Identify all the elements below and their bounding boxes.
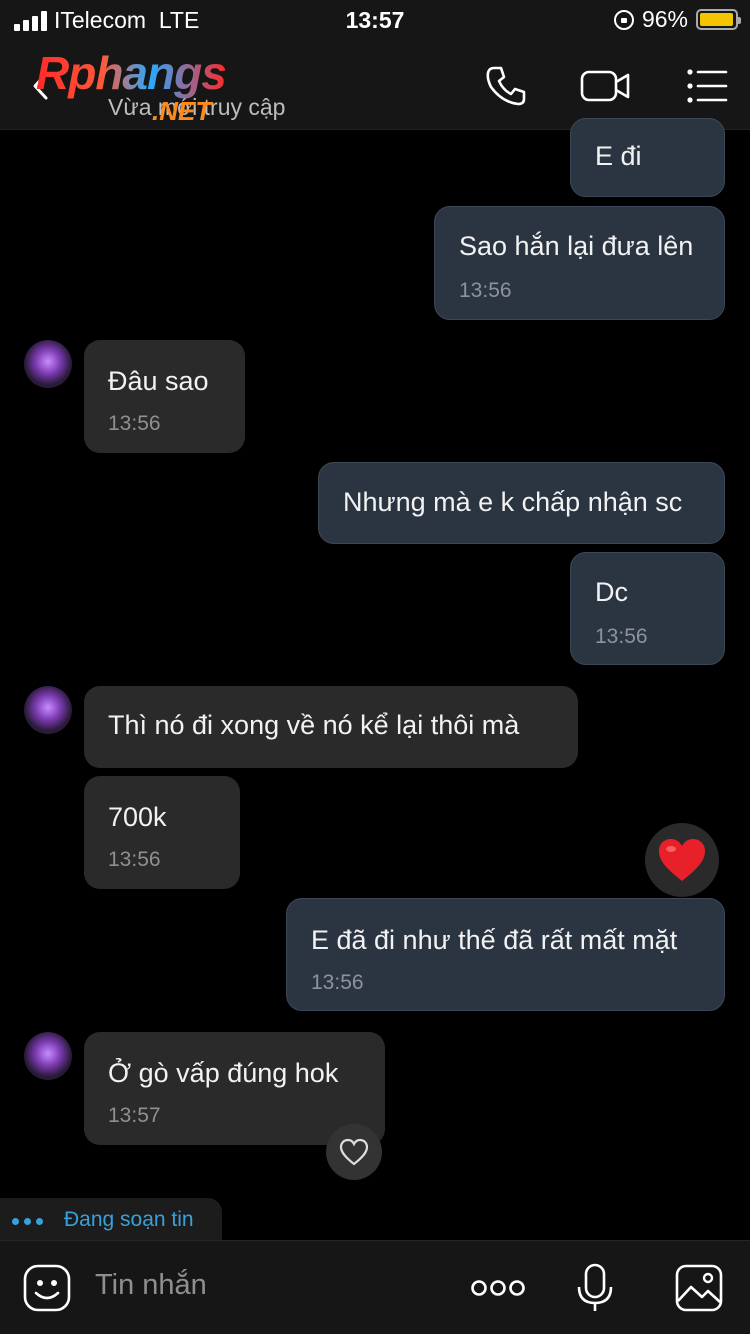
menu-icon[interactable] [684,62,732,110]
message-text: Đâu sao [108,366,209,396]
chat-header: Vừa mới truy cập Rphangs .NET [0,42,750,130]
message-text: Ở gò vấp đúng hok [108,1058,339,1088]
phone-icon[interactable] [482,62,530,110]
image-icon[interactable] [674,1263,724,1313]
contact-avatar[interactable] [24,340,72,388]
message-bubble-incoming[interactable]: Thì nó đi xong về nó kể lại thôi mà [84,686,578,768]
message-time: 13:56 [459,279,512,302]
heart-outline-icon [339,1138,369,1166]
message-text: Nhưng mà e k chấp nhận sc [343,487,683,517]
react-button[interactable] [326,1124,382,1180]
status-right: 96% [613,6,741,33]
message-text: E đã đi như thế đã rất mất mặt [311,925,678,955]
battery-percent: 96% [641,6,688,32]
message-text: Sao hắn lại đưa lên [459,231,694,261]
message-text: Dc [595,577,628,607]
message-text: Thì nó đi xong về nó kể lại thôi mà [108,710,520,740]
contact-avatar[interactable] [24,1032,72,1080]
reaction-badge[interactable] [645,823,719,897]
status-bar: ITelecom LTE 13:57 96% [0,0,750,42]
message-time: 13:56 [595,625,648,648]
sticker-icon[interactable] [22,1263,72,1313]
message-input-bar: Tin nhắn [0,1240,750,1334]
typing-text: Đang soạn tin [64,1208,194,1231]
message-text: E đi [595,141,642,171]
battery-fill [700,13,733,26]
message-bubble-outgoing[interactable]: Dc 13:56 [570,552,725,665]
red-heart-icon [659,839,705,881]
battery-icon [696,9,741,30]
microphone-icon[interactable] [570,1263,620,1313]
message-time: 13:57 [108,1104,161,1127]
message-bubble-outgoing[interactable]: E đã đi như thế đã rất mất mặt 13:56 [286,898,725,1011]
watermark-logo: Rphangs .NET [36,46,276,126]
contact-avatar[interactable] [24,686,72,734]
message-time: 13:56 [311,971,364,994]
message-bubble-outgoing[interactable]: Nhưng mà e k chấp nhận sc [318,462,725,544]
typing-dots-icon [12,1218,43,1225]
message-input[interactable]: Tin nhắn [95,1269,207,1302]
message-text: 700k [108,802,167,832]
more-icon[interactable] [470,1263,526,1313]
message-bubble-incoming[interactable]: Đâu sao 13:56 [84,340,245,453]
video-camera-icon[interactable] [580,62,632,110]
logo-main-text: Rphangs [36,47,227,99]
message-time: 13:56 [108,412,161,435]
message-bubble-outgoing[interactable]: Sao hắn lại đưa lên 13:56 [434,206,725,320]
typing-indicator: Đang soạn tin [0,1198,222,1242]
message-bubble-incoming[interactable]: 700k 13:56 [84,776,240,889]
rotation-lock-icon [613,9,634,30]
message-bubble-outgoing[interactable]: E đi [570,118,725,197]
logo-suffix-text: .NET [152,96,212,126]
message-time: 13:56 [108,848,161,871]
